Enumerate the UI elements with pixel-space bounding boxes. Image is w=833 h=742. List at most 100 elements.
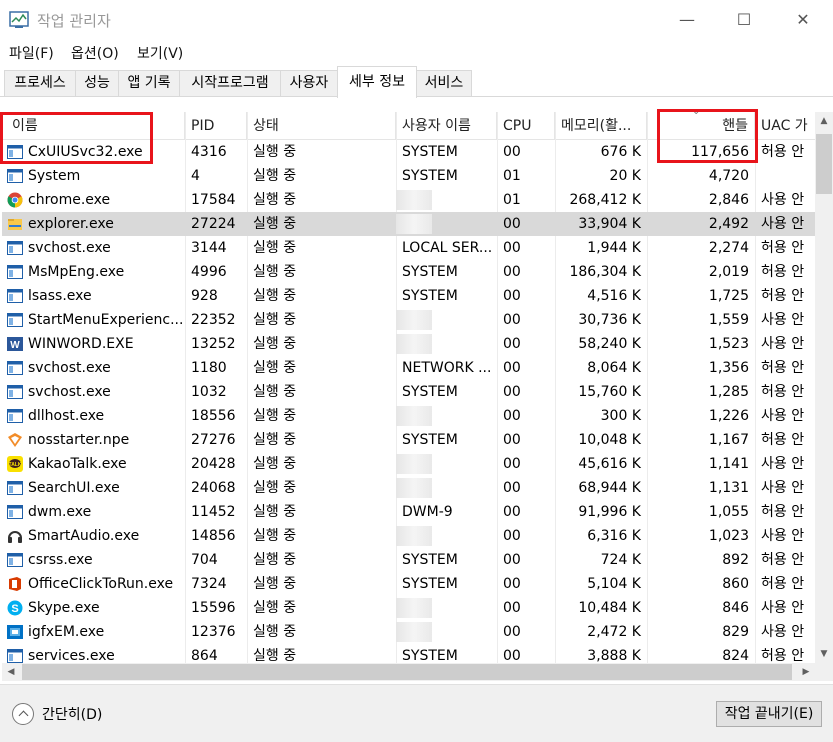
- redacted-username: [396, 526, 432, 546]
- column-header-name[interactable]: 이름: [2, 112, 185, 140]
- scrollbar-corner: [815, 663, 833, 681]
- uac-cell: 허용 안: [761, 288, 805, 304]
- process-row[interactable]: explorer.exe 27224 실행 중 00 33,904 K 2,492 사용 안: [2, 212, 815, 236]
- process-row[interactable]: SearchUI.exe 24068 실행 중 00 68,944 K 1,131 사용 안: [2, 476, 815, 500]
- tab-users[interactable]: 사용자: [280, 70, 338, 96]
- process-name: OfficeClickToRun.exe: [28, 576, 174, 592]
- cpu-cell: 00: [503, 432, 521, 448]
- scroll-right-icon[interactable]: ▶: [797, 663, 815, 681]
- horizontal-scroll-thumb[interactable]: [22, 664, 792, 680]
- fewer-details-button[interactable]: 간단히(D): [12, 701, 102, 727]
- close-button[interactable]: ✕: [788, 8, 818, 32]
- name-cell: chrome.exe: [2, 188, 185, 212]
- process-row[interactable]: TALK KakaoTalk.exe 20428 실행 중 00 45,616 K 1,14…: [2, 452, 815, 476]
- process-row[interactable]: svchost.exe 1180 실행 중 NETWORK ... 00 8,064 K 1…: [2, 356, 815, 380]
- handles-cell: 1,023: [708, 528, 749, 544]
- uac-cell: 허용 안: [761, 360, 805, 376]
- memory-cell: 3,888 K: [587, 648, 641, 663]
- status-cell: 실행 중: [253, 216, 297, 232]
- column-header-user[interactable]: 사용자 이름: [396, 112, 497, 140]
- pid-cell: 27224: [191, 216, 236, 232]
- process-row[interactable]: MsMpEng.exe 4996 실행 중 SYSTEM 00 186,304 K 2,01…: [2, 260, 815, 284]
- status-cell: 실행 중: [253, 456, 297, 472]
- handles-cell: 1,285: [708, 384, 749, 400]
- uac-cell: 사용 안: [761, 192, 805, 208]
- cpu-cell: 00: [503, 144, 521, 160]
- user-cell: [396, 308, 497, 332]
- process-row[interactable]: nosstarter.npe 27276 실행 중 SYSTEM 00 10,048 K 1…: [2, 428, 815, 452]
- horizontal-scrollbar[interactable]: ◀ ▶: [2, 663, 815, 681]
- process-row[interactable]: services.exe 864 실행 중 SYSTEM 00 3,888 K 824 허용 …: [2, 644, 815, 663]
- vertical-scrollbar[interactable]: ▲ ▼: [815, 112, 833, 663]
- process-row[interactable]: System 4 실행 중 SYSTEM 01 20 K 4,720: [2, 164, 815, 188]
- process-row[interactable]: dllhost.exe 18556 실행 중 00 300 K 1,226 사용 안: [2, 404, 815, 428]
- memory-cell: 20 K: [609, 168, 641, 184]
- minimize-button[interactable]: —: [672, 8, 702, 32]
- name-cell: igfxEM.exe: [2, 620, 185, 644]
- memory-cell: 5,104 K: [587, 576, 641, 592]
- process-row[interactable]: W WINWORD.EXE 13252 실행 중 00 58,240 K 1,523 사용 안: [2, 332, 815, 356]
- scroll-left-icon[interactable]: ◀: [2, 663, 20, 681]
- memory-cell: 10,484 K: [578, 600, 641, 616]
- task-manager-icon: [9, 11, 29, 28]
- process-row[interactable]: SmartAudio.exe 14856 실행 중 00 6,316 K 1,023 사용 …: [2, 524, 815, 548]
- name-cell: CxUIUSvc32.exe: [2, 140, 185, 164]
- process-row[interactable]: CxUIUSvc32.exe 4316 실행 중 SYSTEM 00 676 K 117,6…: [2, 140, 815, 164]
- process-row[interactable]: OfficeClickToRun.exe 7324 실행 중 SYSTEM 00 5,10…: [2, 572, 815, 596]
- process-row[interactable]: igfxEM.exe 12376 실행 중 00 2,472 K 829 사용 안: [2, 620, 815, 644]
- process-name: SmartAudio.exe: [28, 528, 140, 544]
- column-header-memory[interactable]: 메모리(활...: [555, 112, 647, 140]
- scroll-down-icon[interactable]: ▼: [815, 645, 833, 663]
- column-header-handles[interactable]: 핸들: [647, 112, 755, 140]
- uac-cell: 사용 안: [761, 456, 805, 472]
- uac-cell: 허용 안: [761, 264, 805, 280]
- process-row[interactable]: svchost.exe 1032 실행 중 SYSTEM 00 15,760 K 1,285…: [2, 380, 815, 404]
- chevron-up-icon: [12, 703, 34, 725]
- uac-cell: 사용 안: [761, 600, 805, 616]
- redacted-username: [396, 190, 432, 210]
- scroll-up-icon[interactable]: ▲: [815, 112, 833, 130]
- process-row[interactable]: dwm.exe 11452 실행 중 DWM-9 00 91,996 K 1,055 허용 안: [2, 500, 815, 524]
- process-name: StartMenuExperienc...: [28, 312, 184, 328]
- process-row[interactable]: lsass.exe 928 실행 중 SYSTEM 00 4,516 K 1,725 허용 안: [2, 284, 815, 308]
- status-cell: 실행 중: [253, 552, 297, 568]
- pid-cell: 1180: [191, 360, 227, 376]
- service-window-icon: [7, 288, 23, 304]
- service-window-icon: [7, 384, 23, 400]
- tab-startup[interactable]: 시작프로그램: [179, 70, 281, 96]
- status-cell: 실행 중: [253, 648, 297, 663]
- tab-processes[interactable]: 프로세스: [4, 70, 76, 96]
- menu-file[interactable]: 파일(F): [9, 43, 54, 63]
- service-window-icon: [7, 144, 23, 160]
- cpu-cell: 00: [503, 480, 521, 496]
- tab-services[interactable]: 서비스: [416, 70, 472, 96]
- tab-app-history[interactable]: 앱 기록: [118, 70, 180, 96]
- vertical-scroll-thumb[interactable]: [816, 134, 832, 194]
- process-row[interactable]: csrss.exe 704 실행 중 SYSTEM 00 724 K 892 허용 안: [2, 548, 815, 572]
- name-cell: W WINWORD.EXE: [2, 332, 185, 356]
- service-window-icon: [7, 504, 23, 520]
- uac-cell: 허용 안: [761, 576, 805, 592]
- column-header-uac[interactable]: UAC 가: [755, 112, 815, 140]
- process-row[interactable]: StartMenuExperienc... 22352 실행 중 00 30,736 K…: [2, 308, 815, 332]
- tab-performance[interactable]: 성능: [75, 70, 119, 96]
- footer-bar: 간단히(D) 작업 끝내기(E): [0, 684, 833, 742]
- process-row[interactable]: svchost.exe 3144 실행 중 LOCAL SER... 00 1,944 K…: [2, 236, 815, 260]
- menu-view[interactable]: 보기(V): [137, 43, 183, 63]
- column-header-cpu[interactable]: CPU: [497, 112, 555, 140]
- tab-details[interactable]: 세부 정보: [337, 66, 417, 98]
- maximize-button[interactable]: ☐: [729, 8, 759, 32]
- status-cell: 실행 중: [253, 504, 297, 520]
- name-cell: lsass.exe: [2, 284, 185, 308]
- process-row[interactable]: chrome.exe 17584 실행 중 01 268,412 K 2,846 사용 안: [2, 188, 815, 212]
- process-row[interactable]: S Skype.exe 15596 실행 중 00 10,484 K 846 사용 안: [2, 596, 815, 620]
- menu-options[interactable]: 옵션(O): [71, 43, 119, 63]
- memory-cell: 300 K: [600, 408, 641, 424]
- column-header-pid[interactable]: PID: [185, 112, 247, 140]
- handles-cell: 846: [722, 600, 749, 616]
- memory-cell: 58,240 K: [578, 336, 641, 352]
- column-header-status[interactable]: 상태: [247, 112, 396, 140]
- end-task-button[interactable]: 작업 끝내기(E): [716, 701, 822, 727]
- uac-cell: 허용 안: [761, 432, 805, 448]
- user-cell: [396, 452, 497, 476]
